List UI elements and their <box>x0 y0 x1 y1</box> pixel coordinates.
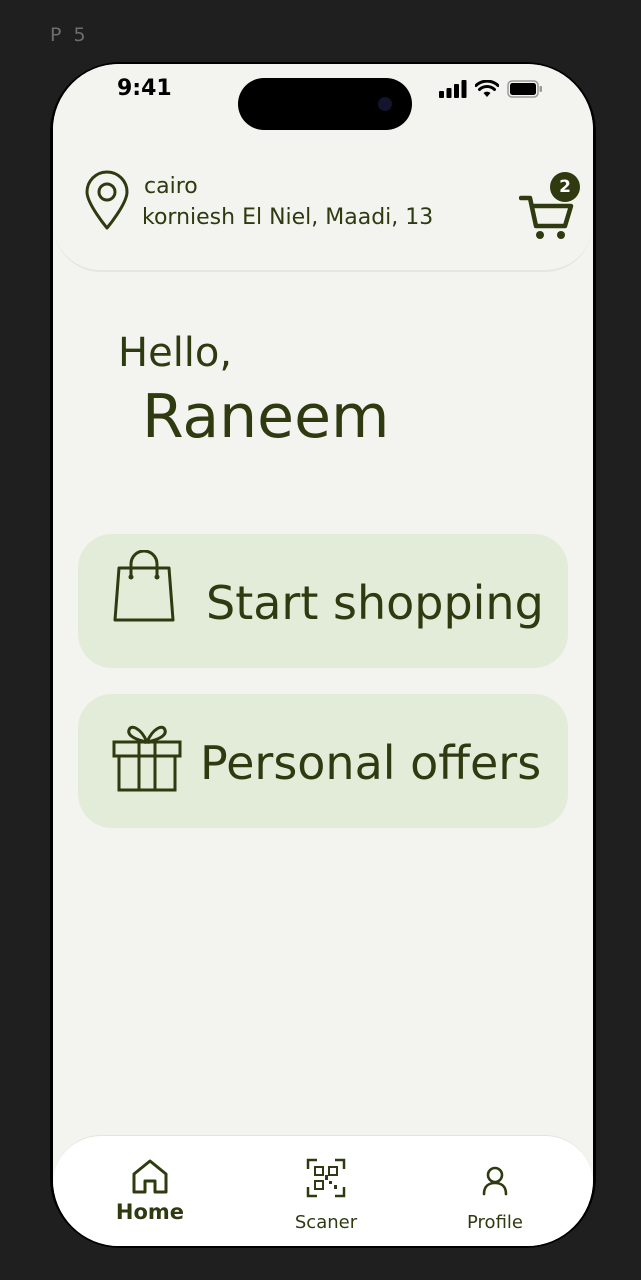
status-icons <box>439 80 543 98</box>
battery-icon <box>507 80 542 98</box>
bottom-tab-bar: Home Scaner Profile <box>53 1135 593 1246</box>
greeting-name: Raneem <box>142 382 390 452</box>
signal-icon <box>439 80 467 98</box>
phone-frame: 9:41 cairo korniesh El Niel, Maadi, 13 2… <box>50 62 596 1248</box>
wifi-icon <box>475 80 499 97</box>
tab-profile-label: Profile <box>467 1212 523 1233</box>
cart-count-badge: 2 <box>550 172 580 202</box>
user-icon <box>482 1166 508 1196</box>
location-address[interactable]: korniesh El Niel, Maadi, 13 <box>142 205 433 230</box>
location-pin-icon <box>85 170 129 230</box>
tab-home-label: Home <box>115 1200 185 1224</box>
camera-dot <box>378 97 392 111</box>
tab-profile[interactable]: Profile <box>425 1136 565 1246</box>
app-screen: 9:41 cairo korniesh El Niel, Maadi, 13 2… <box>53 64 593 1246</box>
greeting-hello: Hello, <box>118 330 233 376</box>
shopping-bag-icon <box>113 550 175 622</box>
start-shopping-button[interactable]: Start shopping <box>78 534 568 668</box>
tab-scaner[interactable]: Scaner <box>256 1136 396 1246</box>
dynamic-island <box>238 78 412 130</box>
location-header: 9:41 cairo korniesh El Niel, Maadi, 13 2 <box>53 64 593 272</box>
status-time: 9:41 <box>117 76 172 101</box>
home-icon <box>132 1159 168 1194</box>
personal-offers-button[interactable]: Personal offers <box>78 694 568 828</box>
gift-icon <box>112 725 182 792</box>
location-city[interactable]: cairo <box>144 174 198 199</box>
tab-home[interactable]: Home <box>80 1136 220 1246</box>
personal-offers-label: Personal offers <box>200 736 542 790</box>
qr-scan-icon <box>306 1158 346 1198</box>
frame-label: P 5 <box>50 24 89 46</box>
tab-scaner-label: Scaner <box>294 1212 358 1233</box>
cart-button[interactable]: 2 <box>519 172 589 242</box>
start-shopping-label: Start shopping <box>206 576 544 630</box>
